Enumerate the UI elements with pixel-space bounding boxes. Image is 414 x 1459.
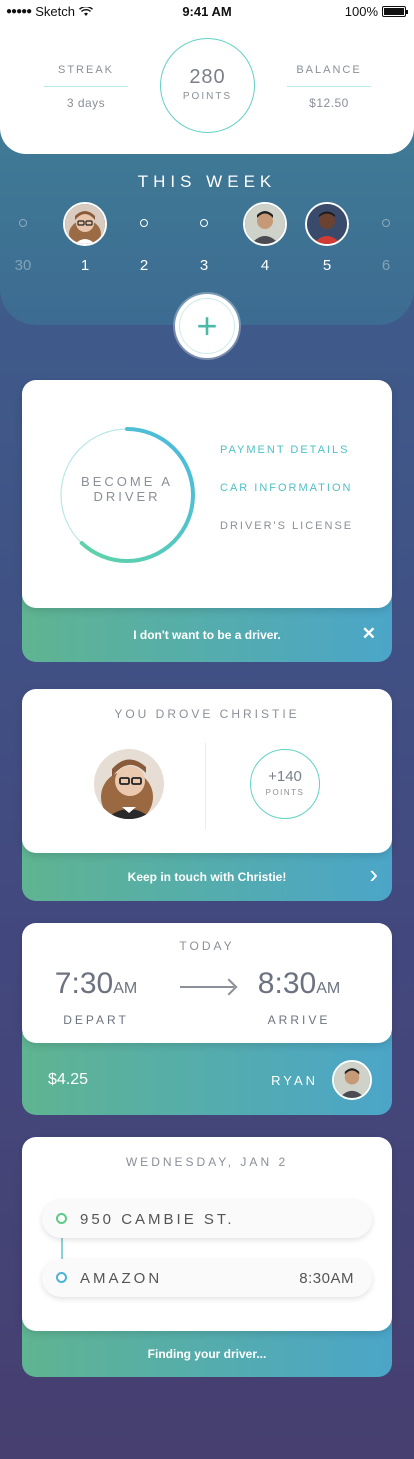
car-information-link[interactable]: CAR INFORMATION [220,482,353,494]
arrive-block: 8:30AM ARRIVE [239,967,359,1027]
week-title: THIS WEEK [137,172,277,191]
balance-stat[interactable]: BALANCE $12.50 [287,64,371,110]
avatar [305,202,349,246]
add-ride-button[interactable]: + [175,294,239,358]
balance-value: $12.50 [309,96,349,110]
avatar [63,202,107,246]
chevron-right-icon[interactable]: › [369,859,378,890]
drivers-license-link[interactable]: DRIVER'S LICENSE [220,520,353,532]
become-driver-card: I don't want to be a driver. ✕ BECOME A … [22,380,392,662]
day-number: 6 [381,257,391,274]
summary-card: STREAK 3 days 280 POINTS BALANCE $12.50 [0,22,414,154]
day-number: 2 [139,257,149,274]
today-title: TODAY [179,939,235,953]
drove-card-body: YOU DROVE CHRISTIE +140 POINTS [22,689,392,853]
trip-date: WEDNESDAY, JAN 2 [125,1155,289,1169]
day-number: 30 [14,257,32,274]
battery-icon [382,6,408,17]
decline-driver-text: I don't want to be a driver. [133,628,281,642]
today-card-body: TODAY 7:30AM DEPART 8:30AM ARRIVE [22,923,392,1043]
drove-card: Keep in touch with Christie! › YOU DROVE… [22,689,392,901]
driver-steps: PAYMENT DETAILS CAR INFORMATION DRIVER'S… [220,444,353,558]
day-5[interactable]: 5 [305,202,349,274]
driver-progress-ring[interactable]: BECOME A DRIVER [58,426,196,564]
streak-value: 3 days [66,96,106,110]
bonus-points-circle: +140 POINTS [250,749,320,819]
divider [205,743,206,829]
streak-label: STREAK [57,64,114,76]
today-trip-card[interactable]: $4.25 RYAN TODAY 7:30AM DEPART 8:30AM AR… [22,923,392,1115]
destination-stop[interactable]: AMAZON 8:30AM [42,1259,372,1297]
status-bar: ●●●●● Sketch 9:41 AM 100% [0,0,414,22]
depart-label: DEPART [63,1013,129,1027]
close-icon[interactable]: ✕ [362,624,376,644]
finding-driver-text: Finding your driver... [147,1347,267,1361]
avatar-man-red [307,204,347,244]
battery-percent: 100% [344,4,378,19]
payment-details-link[interactable]: PAYMENT DETAILS [220,444,353,456]
avatar-man [334,1062,370,1098]
driver-card-body: BECOME A DRIVER PAYMENT DETAILS CAR INFO… [22,380,392,608]
plus-icon: + [179,298,235,354]
trip-card-body: WEDNESDAY, JAN 2 950 CAMBIE ST. AMAZON 8… [22,1137,392,1331]
trip-price: $4.25 [48,1071,89,1088]
avatar [243,202,287,246]
day-number: 5 [322,257,332,274]
day-number: 1 [80,257,90,274]
scheduled-trip-card[interactable]: Finding your driver... WEDNESDAY, JAN 2 … [22,1137,392,1377]
avatar-woman-glasses [65,204,105,244]
christie-avatar[interactable] [94,749,164,819]
day-4[interactable]: 4 [243,202,287,274]
avatar-woman-glasses [94,749,164,819]
origin-stop[interactable]: 950 CAMBIE ST. [42,1200,372,1238]
origin-dot-icon [56,1213,67,1224]
origin-address: 950 CAMBIE ST. [80,1211,235,1228]
points-circle[interactable]: 280 POINTS [160,38,255,133]
keep-in-touch-text: Keep in touch with Christie! [127,870,287,884]
points-value: 280 [189,66,226,88]
streak-stat[interactable]: STREAK 3 days [44,64,128,110]
destination-time: 8:30AM [299,1270,354,1287]
today-card-footer: $4.25 RYAN [22,1033,392,1115]
day-30[interactable]: 30 [1,219,45,274]
battery-group: 100% [344,4,408,19]
ring-text: BECOME A DRIVER [58,474,196,504]
day-6[interactable]: 6 [364,219,408,274]
day-dot [19,219,27,227]
depart-block: 7:30AM DEPART [36,967,156,1027]
day-dot [382,219,390,227]
points-unit: POINTS [182,91,233,102]
destination-name: AMAZON [80,1270,163,1287]
bonus-points-unit: POINTS [265,788,305,797]
avatar-man [245,204,285,244]
driver-name: RYAN [271,1073,318,1088]
destination-dot-icon [56,1272,67,1283]
arrive-label: ARRIVE [267,1013,331,1027]
day-number: 4 [260,257,270,274]
day-3[interactable]: 3 [182,219,226,274]
driver-avatar[interactable] [332,1060,372,1100]
balance-label: BALANCE [296,64,362,76]
ring-text-line2: DRIVER [93,489,161,504]
day-dot [140,219,148,227]
day-2[interactable]: 2 [122,219,166,274]
ring-text-line1: BECOME A [81,474,173,489]
depart-time: 7:30AM [54,967,138,1000]
arrive-time: 8:30AM [257,967,341,1000]
drove-title: YOU DROVE CHRISTIE [114,707,300,721]
bonus-points-value: +140 [268,768,302,785]
arrow-right-icon [180,986,234,988]
divider [44,86,128,87]
divider [287,86,371,87]
day-dot [200,219,208,227]
day-1[interactable]: 1 [63,202,107,274]
day-number: 3 [199,257,209,274]
